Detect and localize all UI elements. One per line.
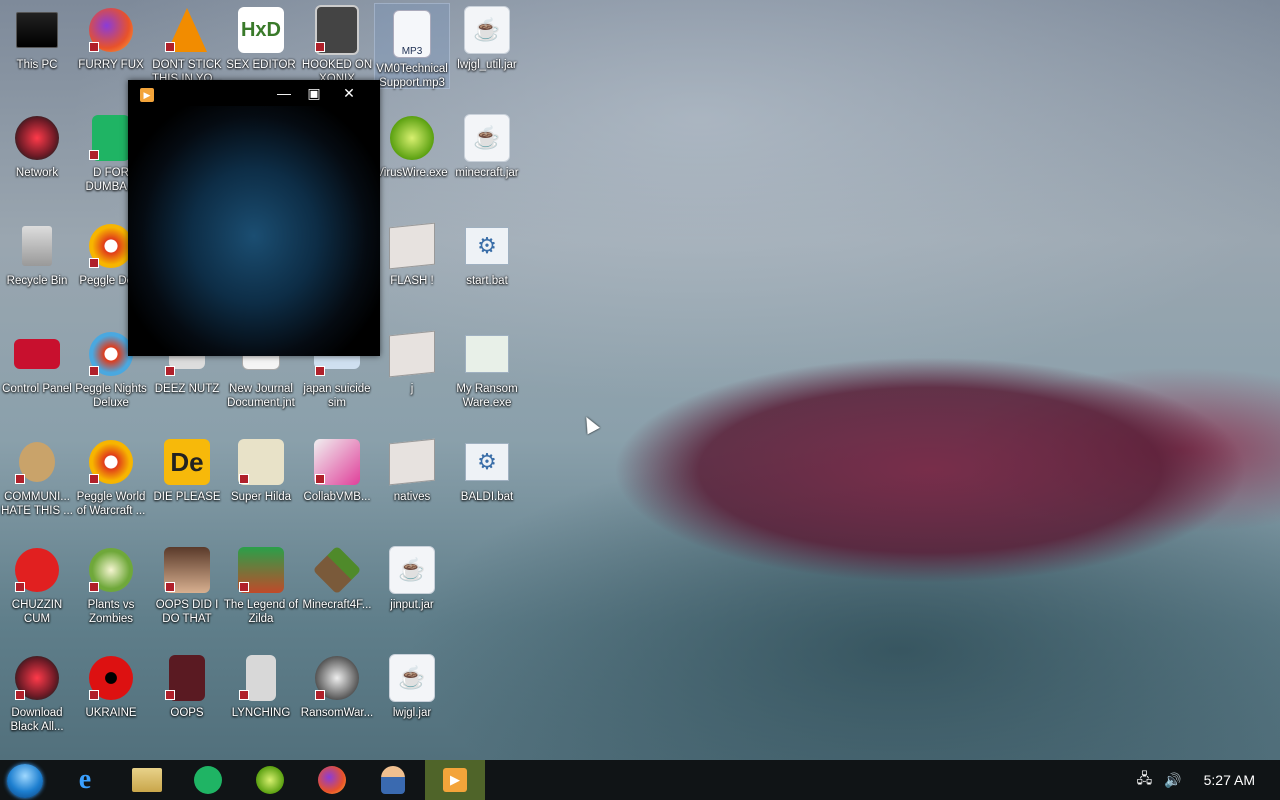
desktop-icon-lynching[interactable]: LYNCHING bbox=[224, 648, 298, 720]
desktop-icon-furry-fux[interactable]: FURRY FUX bbox=[74, 0, 148, 72]
desktop-icon-ransomwar[interactable]: RansomWar... bbox=[300, 648, 374, 720]
skull-icon bbox=[313, 654, 361, 702]
desktop-icon-hooked-on-xonix[interactable]: HOOKED ON XONIX bbox=[300, 0, 374, 86]
desktop-icon-collabvm[interactable]: CollabVMB... bbox=[300, 432, 374, 504]
java-icon: ☕ bbox=[463, 6, 511, 54]
start-button[interactable] bbox=[7, 764, 43, 798]
internet-explorer-icon: e bbox=[78, 764, 92, 795]
limewire-icon bbox=[256, 766, 284, 794]
taskbar-media-player[interactable]: ▶ bbox=[425, 760, 485, 800]
taskbar-user[interactable] bbox=[363, 760, 423, 800]
folder-icon bbox=[388, 222, 436, 270]
java-icon: ☕ bbox=[463, 114, 511, 162]
desktop-icon-download-black[interactable]: Download Black All... bbox=[0, 648, 74, 734]
desktop-icon-flash[interactable]: FLASH ! bbox=[375, 216, 449, 288]
desktop-icon-my-ransom-ware[interactable]: My Ransom Ware.exe bbox=[450, 324, 524, 410]
game-icon bbox=[313, 5, 361, 55]
desktop-icon-super-hilda[interactable]: Super Hilda bbox=[224, 432, 298, 504]
desktop-icon-j[interactable]: j bbox=[375, 324, 449, 396]
firefox-icon bbox=[87, 6, 135, 54]
file-explorer-icon bbox=[132, 768, 162, 792]
close-button[interactable]: ✕ bbox=[336, 84, 362, 102]
maximize-button[interactable]: ▣ bbox=[301, 84, 327, 102]
collabvm-icon bbox=[313, 438, 361, 486]
volume-icon[interactable]: 🔊 bbox=[1164, 772, 1181, 789]
desktop-icon-ukraine[interactable]: UKRAINE bbox=[74, 648, 148, 720]
java-icon: ☕ bbox=[388, 546, 436, 594]
desktop-icon-dont-stick[interactable]: DONT STICK THIS IN YO... bbox=[150, 0, 224, 86]
vlc-icon bbox=[163, 6, 211, 54]
taskbar-limewire[interactable] bbox=[240, 760, 300, 800]
limewire-icon bbox=[388, 114, 436, 162]
java-icon: ☕ bbox=[388, 654, 436, 702]
desktop-icon-vm0-technical-support[interactable]: MP3 VM0TechnicalSupport.mp3 bbox=[374, 3, 450, 89]
system-tray: 🖧 🔊 5:27 AM bbox=[1125, 760, 1280, 800]
desktop-icon-baldi-bat[interactable]: ⚙ BALDI.bat bbox=[450, 432, 524, 504]
media-player-icon: ▶ bbox=[140, 88, 154, 102]
chuzzle-icon bbox=[13, 546, 61, 594]
recycle-bin-icon bbox=[13, 222, 61, 270]
mp3-file-icon: MP3 bbox=[388, 10, 436, 58]
batch-file-icon: ⚙ bbox=[463, 222, 511, 270]
peggle-icon bbox=[87, 438, 135, 486]
desktop-icon-start-bat[interactable]: ⚙ start.bat bbox=[450, 216, 524, 288]
clock[interactable]: 5:27 AM bbox=[1204, 772, 1255, 788]
user-icon bbox=[381, 766, 405, 794]
desktop-icon-lwjgl-util-jar[interactable]: ☕ lwjgl_util.jar bbox=[450, 0, 524, 72]
zelda-icon bbox=[237, 546, 285, 594]
mouse-cursor bbox=[580, 413, 600, 435]
desktop-icon-viruswire[interactable]: VirusWire.exe bbox=[375, 108, 449, 180]
media-player-icon: ▶ bbox=[443, 768, 467, 792]
taskbar-firefox[interactable] bbox=[302, 760, 362, 800]
desktop-icon-minecraft-jar[interactable]: ☕ minecraft.jar bbox=[450, 108, 524, 180]
desktop-icon-sex-editor[interactable]: HxD SEX EDITOR bbox=[224, 0, 298, 72]
folder-icon bbox=[388, 438, 436, 486]
desktop-icon-communi[interactable]: COMMUNI... HATE THIS ... bbox=[0, 432, 74, 518]
money-bag-icon bbox=[13, 438, 61, 486]
taskbar: e ▶ 🖧 🔊 5:27 AM bbox=[0, 760, 1280, 800]
desktop-icon-lwjgl-jar[interactable]: ☕ lwjgl.jar bbox=[375, 648, 449, 720]
desktop-icon-control-panel[interactable]: Control Panel bbox=[0, 324, 74, 396]
taskbar-file-explorer[interactable] bbox=[117, 760, 177, 800]
firefox-icon bbox=[318, 766, 346, 794]
taskbar-sheets[interactable] bbox=[178, 760, 238, 800]
desktop-icon-natives[interactable]: natives bbox=[375, 432, 449, 504]
de-icon: De bbox=[163, 438, 211, 486]
hex-editor-icon: HxD bbox=[237, 6, 285, 54]
network-icon bbox=[13, 114, 61, 162]
network-icon bbox=[13, 654, 61, 702]
radiation-icon bbox=[87, 654, 135, 702]
desktop-icon-network[interactable]: Network bbox=[0, 108, 74, 180]
app-icon bbox=[163, 654, 211, 702]
pixel-game-icon bbox=[237, 438, 285, 486]
desktop-icon-recycle-bin[interactable]: Recycle Bin bbox=[0, 216, 74, 288]
taskbar-internet-explorer[interactable]: e bbox=[55, 760, 115, 800]
pvz-icon bbox=[87, 546, 135, 594]
desktop-icon-chuzzin[interactable]: CHUZZIN CUM bbox=[0, 540, 74, 626]
desktop-icon-this-pc[interactable]: This PC bbox=[0, 0, 74, 72]
desktop-icon-legend-zilda[interactable]: The Legend of Zilda bbox=[224, 540, 298, 626]
desktop-icon-jinput-jar[interactable]: ☕ jinput.jar bbox=[375, 540, 449, 612]
visualization bbox=[128, 106, 380, 356]
folder-icon bbox=[388, 330, 436, 378]
exe-icon bbox=[463, 330, 511, 378]
desktop-icon-oops[interactable]: OOPS bbox=[150, 648, 224, 720]
media-player-window[interactable]: ▶ — ▣ ✕ bbox=[128, 80, 380, 356]
desktop-icon-pvz[interactable]: Plants vs Zombies bbox=[74, 540, 148, 626]
desktop-icon-minecraft4f[interactable]: Minecraft4F... bbox=[300, 540, 374, 612]
desktop-icon-die-please[interactable]: De DIE PLEASE bbox=[150, 432, 224, 504]
network-status-icon[interactable]: 🖧 bbox=[1137, 768, 1153, 792]
control-panel-icon bbox=[13, 330, 61, 378]
sheets-icon bbox=[194, 766, 222, 794]
zipper-icon bbox=[237, 654, 285, 702]
minecraft-icon bbox=[312, 545, 362, 595]
desktop-icon-peggle-wow[interactable]: Peggle World of Warcraft ... bbox=[74, 432, 148, 518]
portrait-icon bbox=[163, 546, 211, 594]
minimize-button[interactable]: — bbox=[271, 84, 297, 102]
desktop-icon-oops-did-i[interactable]: OOPS DID I DO THAT bbox=[150, 540, 224, 626]
batch-file-icon: ⚙ bbox=[463, 438, 511, 486]
computer-icon bbox=[13, 6, 61, 54]
